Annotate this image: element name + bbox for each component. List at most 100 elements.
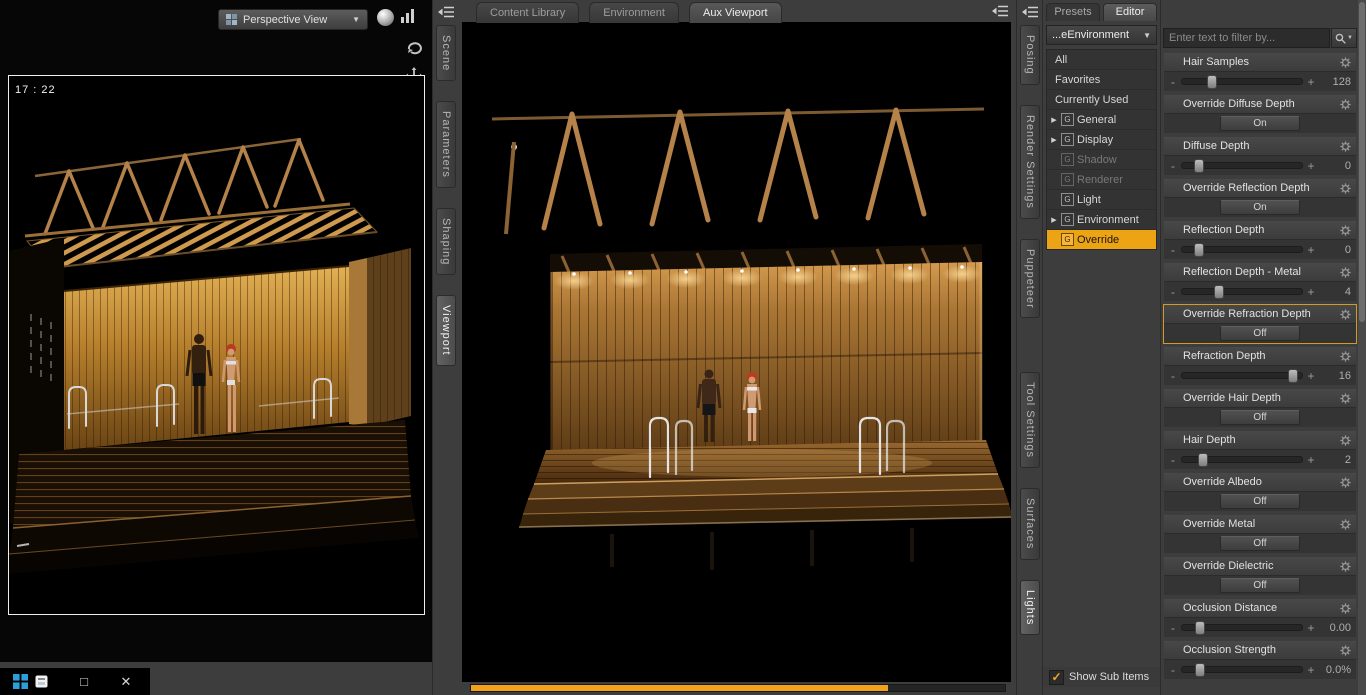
toggle-override-metal[interactable]: Off	[1220, 536, 1300, 551]
windows-start-icon[interactable]	[10, 668, 30, 695]
tab-render-settings[interactable]: Render Settings	[1020, 104, 1040, 219]
tab-content-library[interactable]: Content Library	[476, 2, 580, 23]
list-item-all[interactable]: All	[1047, 50, 1156, 70]
slider-thumb[interactable]	[1206, 75, 1217, 89]
slider-thumb[interactable]	[1193, 159, 1204, 173]
list-item-general[interactable]: ▶ G General	[1047, 110, 1156, 130]
toggle-override-refraction-depth[interactable]: Off	[1220, 326, 1300, 341]
gear-icon[interactable]	[1339, 518, 1352, 530]
slider-increment[interactable]: +	[1307, 664, 1315, 676]
gear-icon[interactable]	[1339, 56, 1352, 68]
tab-parameters[interactable]: Parameters	[436, 101, 456, 189]
expand-arrow-icon[interactable]: ▶	[1050, 136, 1058, 144]
slider-thumb[interactable]	[1194, 663, 1205, 677]
slider-increment[interactable]: +	[1307, 622, 1315, 634]
filter-input[interactable]	[1163, 28, 1330, 48]
tab-editor[interactable]: Editor	[1103, 3, 1157, 21]
list-item-override[interactable]: G Override	[1047, 230, 1156, 249]
slider-track[interactable]	[1181, 159, 1303, 173]
gear-icon[interactable]	[1339, 560, 1352, 572]
slider-thumb[interactable]	[1194, 621, 1205, 635]
slider-track[interactable]	[1181, 243, 1303, 257]
panel-scrollbar[interactable]	[1358, 0, 1366, 695]
toggle-override-dielectric[interactable]: Off	[1220, 578, 1300, 593]
slider-increment[interactable]: +	[1307, 454, 1315, 466]
gear-icon[interactable]	[1339, 182, 1352, 194]
slider-track[interactable]	[1181, 75, 1303, 89]
gear-icon[interactable]	[1339, 140, 1352, 152]
gear-icon[interactable]	[1339, 308, 1352, 320]
slider-thumb[interactable]	[1193, 243, 1204, 257]
slider-decrement[interactable]: -	[1169, 160, 1177, 172]
slider-decrement[interactable]: -	[1169, 286, 1177, 298]
slider-increment[interactable]: +	[1307, 370, 1315, 382]
maximize-button[interactable]: □	[72, 668, 96, 695]
list-item-renderer[interactable]: G Renderer	[1047, 170, 1156, 190]
filter-search-button[interactable]: ▼	[1331, 28, 1357, 48]
slider-decrement[interactable]: -	[1169, 76, 1177, 88]
toggle-override-albedo[interactable]: Off	[1220, 494, 1300, 509]
toggle-override-reflection-depth[interactable]: On	[1220, 200, 1300, 215]
param-value[interactable]: 2	[1319, 454, 1351, 466]
category-dropdown[interactable]: ...eEnvironment ▼	[1046, 25, 1157, 45]
gear-icon[interactable]	[1339, 476, 1352, 488]
gear-icon[interactable]	[1339, 602, 1352, 614]
slider-decrement[interactable]: -	[1169, 622, 1177, 634]
rotate-icon[interactable]	[402, 36, 426, 58]
list-item-display[interactable]: ▶ G Display	[1047, 130, 1156, 150]
list-item-light[interactable]: G Light	[1047, 190, 1156, 210]
list-item-currently-used[interactable]: Currently Used	[1047, 90, 1156, 110]
list-item-favorites[interactable]: Favorites	[1047, 70, 1156, 90]
tab-environment[interactable]: Environment	[589, 2, 679, 23]
param-value[interactable]: 4	[1319, 286, 1351, 298]
param-value[interactable]: 16	[1319, 370, 1351, 382]
slider-track[interactable]	[1181, 453, 1303, 467]
view-mode-dropdown[interactable]: Perspective View ▼	[218, 9, 368, 30]
slider-increment[interactable]: +	[1307, 244, 1315, 256]
display-options-icon[interactable]	[399, 7, 419, 27]
tab-presets[interactable]: Presets	[1046, 3, 1100, 21]
list-item-shadow[interactable]: G Shadow	[1047, 150, 1156, 170]
slider-decrement[interactable]: -	[1169, 370, 1177, 382]
pane-options-icon[interactable]	[990, 2, 1010, 20]
slider-thumb[interactable]	[1214, 285, 1224, 299]
param-value[interactable]: 0.00	[1319, 622, 1351, 634]
param-value[interactable]: 0.0%	[1319, 664, 1351, 676]
pane-options-icon[interactable]	[436, 3, 456, 21]
gear-icon[interactable]	[1339, 350, 1352, 362]
tab-shaping[interactable]: Shaping	[436, 208, 456, 276]
pane-options-icon[interactable]	[1020, 3, 1040, 21]
toggle-override-hair-depth[interactable]: Off	[1220, 410, 1300, 425]
param-value[interactable]: 0	[1319, 160, 1351, 172]
expand-arrow-icon[interactable]: ▶	[1050, 216, 1058, 224]
taskbar-app-icon[interactable]	[32, 668, 50, 695]
slider-thumb[interactable]	[1198, 453, 1209, 467]
slider-increment[interactable]: +	[1307, 286, 1315, 298]
scrollbar-thumb[interactable]	[1359, 2, 1365, 322]
tab-aux-viewport[interactable]: Aux Viewport	[688, 2, 782, 23]
slider-increment[interactable]: +	[1307, 76, 1315, 88]
gear-icon[interactable]	[1339, 98, 1352, 110]
gear-icon[interactable]	[1339, 644, 1352, 656]
slider-decrement[interactable]: -	[1169, 244, 1177, 256]
slider-decrement[interactable]: -	[1169, 664, 1177, 676]
gear-icon[interactable]	[1339, 434, 1352, 446]
gear-icon[interactable]	[1339, 392, 1352, 404]
show-sub-items-checkbox[interactable]: ✓	[1049, 669, 1064, 685]
param-value[interactable]: 0	[1319, 244, 1351, 256]
expand-arrow-icon[interactable]: ▶	[1050, 116, 1058, 124]
aspect-frame[interactable]: 17 : 22	[8, 75, 425, 615]
slider-track[interactable]	[1181, 621, 1303, 635]
slider-thumb[interactable]	[1288, 369, 1299, 383]
slider-track[interactable]	[1181, 285, 1303, 299]
shaded-sphere-icon[interactable]	[377, 9, 394, 26]
close-button[interactable]: ✕	[114, 668, 138, 695]
slider-decrement[interactable]: -	[1169, 454, 1177, 466]
slider-increment[interactable]: +	[1307, 160, 1315, 172]
slider-track[interactable]	[1181, 663, 1303, 677]
gear-icon[interactable]	[1339, 224, 1352, 236]
tab-scene[interactable]: Scene	[436, 25, 456, 82]
toggle-override-diffuse-depth[interactable]: On	[1220, 116, 1300, 131]
list-item-environment[interactable]: ▶ G Environment	[1047, 210, 1156, 230]
gear-icon[interactable]	[1339, 266, 1352, 278]
